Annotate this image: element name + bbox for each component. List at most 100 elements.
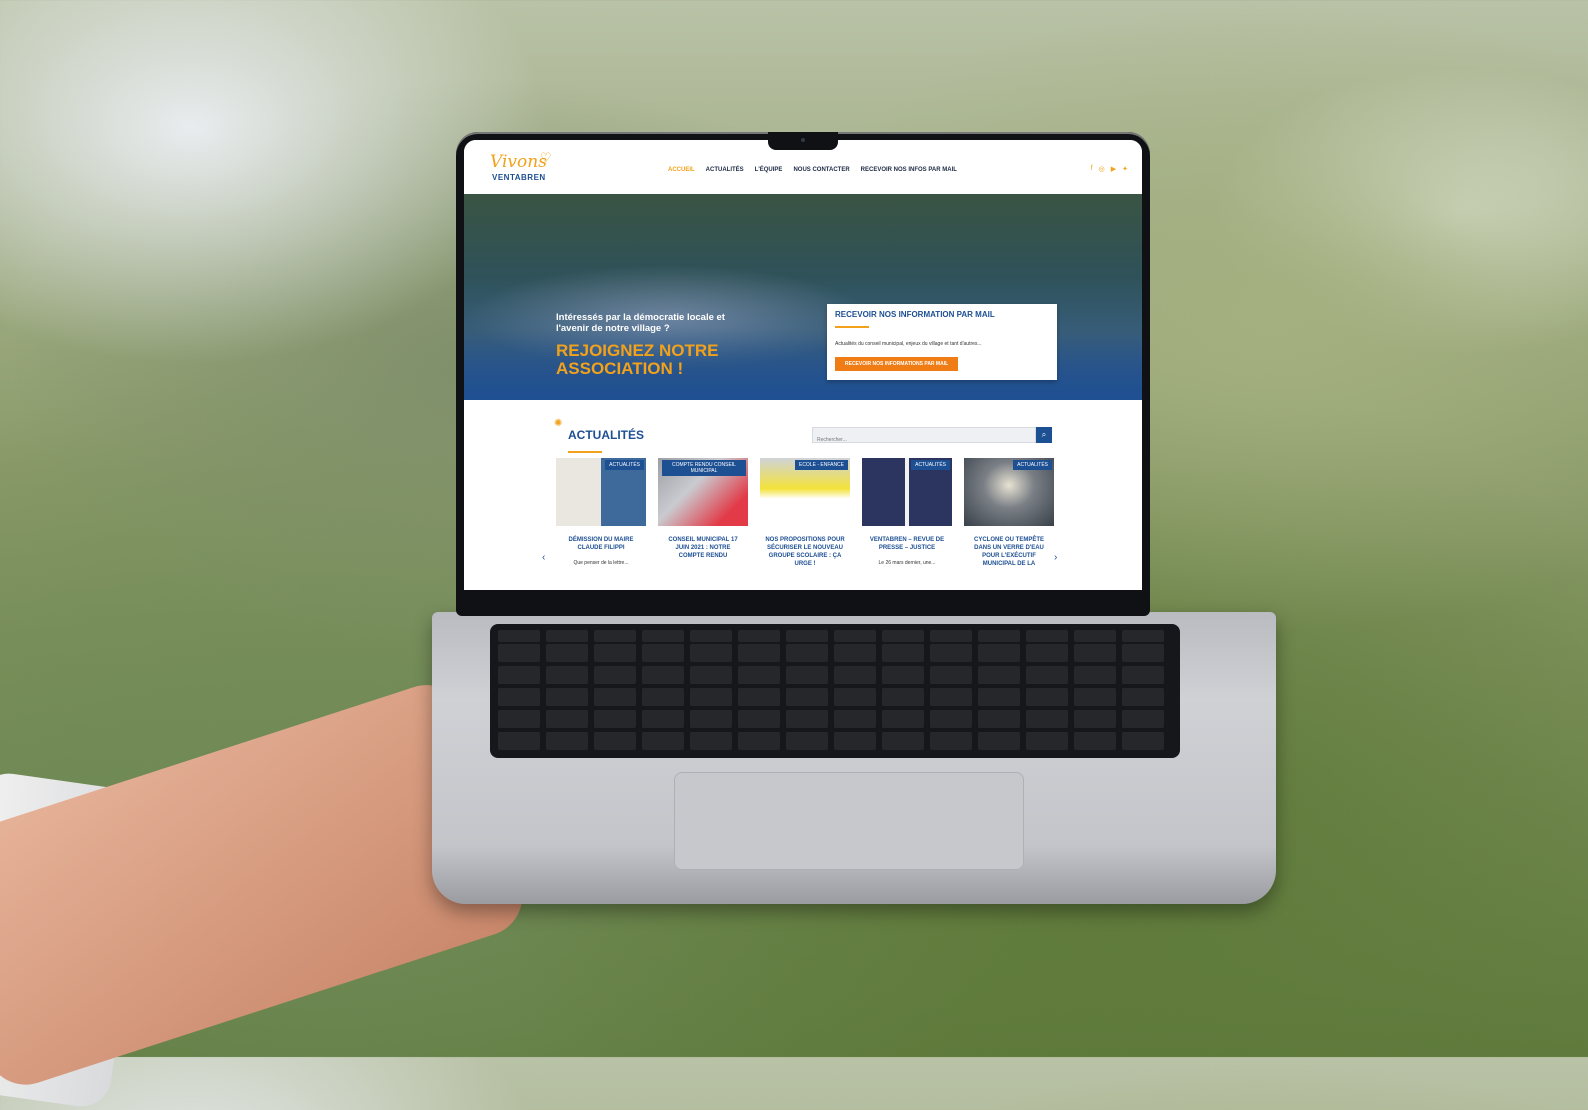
card-title[interactable]: CONSEIL MUNICIPAL 17 JUIN 2021 : NOTRE C… [662,536,744,560]
keyboard-key[interactable] [834,710,876,728]
keyboard-key[interactable] [690,688,732,706]
menu-item-newsletter[interactable]: RECEVOIR NOS INFOS PAR MAIL [861,167,957,173]
keyboard-key[interactable] [978,666,1020,684]
keyboard-key[interactable] [738,688,780,706]
keyboard-key[interactable] [1074,666,1116,684]
keyboard-key[interactable] [546,688,588,706]
keyboard-key[interactable] [978,688,1020,706]
keyboard-key[interactable] [498,732,540,750]
keyboard-key[interactable] [930,732,972,750]
keyboard-key[interactable] [546,644,588,662]
news-card[interactable]: ECOLE - ENFANCE NOS PROPOSITIONS POUR SÉ… [760,458,850,588]
keyboard-key[interactable] [930,630,972,642]
keyboard-key[interactable] [642,732,684,750]
menu-item-equipe[interactable]: L'ÉQUIPE [755,167,783,173]
keyboard-key[interactable] [786,666,828,684]
keyboard-key[interactable] [930,666,972,684]
keyboard-key[interactable] [738,666,780,684]
card-title[interactable]: NOS PROPOSITIONS POUR SÉCURISER LE NOUVE… [764,536,846,568]
keyboard-key[interactable] [1026,688,1068,706]
keyboard-key[interactable] [1122,630,1164,642]
keyboard-key[interactable] [834,644,876,662]
keyboard-key[interactable] [498,688,540,706]
news-card[interactable]: COMPTE RENDU CONSEIL MUNICIPAL CONSEIL M… [658,458,748,588]
keyboard-key[interactable] [1074,688,1116,706]
keyboard-key[interactable] [786,710,828,728]
twitter-icon[interactable]: ✦ [1122,165,1128,173]
news-card[interactable]: ACTUALITÉS VENTABREN – REVUE DE PRESSE –… [862,458,952,588]
keyboard-key[interactable] [738,630,780,642]
keyboard-key[interactable] [498,630,540,642]
keyboard-key[interactable] [738,644,780,662]
search-input[interactable] [813,433,1021,447]
instagram-icon[interactable]: ◎ [1099,165,1105,173]
keyboard-key[interactable] [642,666,684,684]
keyboard-key[interactable] [834,688,876,706]
keyboard-key[interactable] [1074,644,1116,662]
keyboard-key[interactable] [594,688,636,706]
keyboard-key[interactable] [786,732,828,750]
keyboard-key[interactable] [690,732,732,750]
search-icon[interactable]: ⌕ [1036,427,1052,443]
keyboard-key[interactable] [1074,630,1116,642]
keyboard-key[interactable] [642,630,684,642]
keyboard-key[interactable] [738,732,780,750]
keyboard-key[interactable] [882,630,924,642]
card-title[interactable]: VENTABREN – REVUE DE PRESSE – JUSTICE [866,536,948,552]
logo-script[interactable]: Vivons [490,152,547,172]
keyboard-key[interactable] [786,644,828,662]
keyboard-key[interactable] [594,644,636,662]
youtube-icon[interactable]: ▶ [1111,165,1116,173]
keyboard-key[interactable] [642,688,684,706]
facebook-icon[interactable]: f [1091,165,1093,173]
keyboard-key[interactable] [882,688,924,706]
newsletter-button[interactable]: RECEVOIR NOS INFORMATIONS PAR MAIL [835,357,959,371]
keyboard-key[interactable] [834,630,876,642]
keyboard-key[interactable] [786,688,828,706]
keyboard-key[interactable] [882,644,924,662]
keyboard-key[interactable] [978,710,1020,728]
keyboard-key[interactable] [1026,666,1068,684]
keyboard-key[interactable] [546,732,588,750]
keyboard-key[interactable] [1122,666,1164,684]
keyboard-key[interactable] [834,732,876,750]
keyboard-key[interactable] [1122,732,1164,750]
keyboard-key[interactable] [498,710,540,728]
keyboard-key[interactable] [978,732,1020,750]
keyboard-key[interactable] [690,644,732,662]
keyboard-key[interactable] [642,710,684,728]
keyboard-key[interactable] [690,630,732,642]
keyboard-key[interactable] [594,630,636,642]
keyboard-key[interactable] [786,630,828,642]
keyboard-key[interactable] [546,630,588,642]
keyboard-key[interactable] [882,732,924,750]
keyboard-key[interactable] [594,710,636,728]
keyboard-key[interactable] [546,666,588,684]
keyboard-key[interactable] [690,666,732,684]
news-card[interactable]: ACTUALITÉS DÉMISSION DU MAIRE CLAUDE FIL… [556,458,646,588]
keyboard-key[interactable] [498,644,540,662]
keyboard-key[interactable] [1122,710,1164,728]
keyboard-key[interactable] [930,688,972,706]
menu-item-accueil[interactable]: ACCUEIL [668,167,695,173]
card-title[interactable]: DÉMISSION DU MAIRE CLAUDE FILIPPI [560,536,642,552]
keyboard-key[interactable] [882,666,924,684]
keyboard-key[interactable] [642,644,684,662]
keyboard-key[interactable] [594,666,636,684]
keyboard-key[interactable] [930,710,972,728]
keyboard-key[interactable] [1026,644,1068,662]
trackpad[interactable] [674,772,1024,870]
keyboard-key[interactable] [690,710,732,728]
keyboard-key[interactable] [882,710,924,728]
keyboard-key[interactable] [1122,644,1164,662]
news-card[interactable]: ACTUALITÉS CYCLONE OU TEMPÊTE DANS UN VE… [964,458,1054,588]
chevron-left-icon[interactable]: ‹ [542,552,545,563]
chevron-right-icon[interactable]: › [1054,552,1057,563]
keyboard-key[interactable] [1122,688,1164,706]
keyboard-key[interactable] [738,710,780,728]
keyboard-key[interactable] [978,630,1020,642]
keyboard-key[interactable] [594,732,636,750]
keyboard-key[interactable] [1026,710,1068,728]
keyboard-key[interactable] [1074,732,1116,750]
keyboard-key[interactable] [1074,710,1116,728]
